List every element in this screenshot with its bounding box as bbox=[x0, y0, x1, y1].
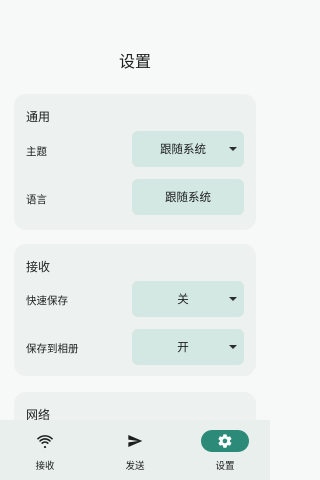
quick-save-select-value: 关 bbox=[177, 292, 189, 306]
nav-label-send: 发送 bbox=[125, 461, 145, 472]
nav-icon-container bbox=[111, 430, 159, 452]
send-icon bbox=[128, 435, 143, 447]
receive-section-title: 接收 bbox=[26, 260, 51, 274]
nav-item-send[interactable]: 发送 bbox=[90, 420, 180, 480]
quick-save-select[interactable]: 关 bbox=[132, 281, 244, 317]
save-to-album-label: 保存到相册 bbox=[26, 343, 79, 355]
save-to-album-select-value: 开 bbox=[177, 340, 189, 354]
chevron-down-icon bbox=[229, 297, 237, 301]
chevron-down-icon bbox=[229, 345, 237, 349]
chevron-down-icon bbox=[229, 147, 237, 151]
nav-icon-container-active bbox=[201, 430, 249, 452]
wifi-icon bbox=[37, 435, 53, 449]
language-label: 语言 bbox=[26, 194, 47, 206]
nav-item-receive[interactable]: 接收 bbox=[0, 420, 90, 480]
nav-icon-container bbox=[21, 430, 69, 452]
nav-item-settings[interactable]: 设置 bbox=[180, 420, 270, 480]
language-button[interactable]: 跟随系统 bbox=[132, 179, 244, 215]
general-section-title: 通用 bbox=[26, 110, 51, 124]
save-to-album-select[interactable]: 开 bbox=[132, 329, 244, 365]
general-card: 通用 主题 跟随系统 语言 跟随系统 bbox=[14, 94, 256, 230]
gear-icon bbox=[218, 434, 232, 448]
theme-select[interactable]: 跟随系统 bbox=[132, 131, 244, 167]
bottom-navigation-bar: 接收 发送 设置 bbox=[0, 420, 270, 480]
page-title: 设置 bbox=[118, 52, 151, 71]
language-button-value: 跟随系统 bbox=[165, 190, 211, 204]
receive-card: 接收 快速保存 关 保存到相册 开 bbox=[14, 244, 256, 376]
theme-label: 主题 bbox=[26, 146, 47, 158]
nav-label-receive: 接收 bbox=[35, 461, 55, 472]
theme-select-value: 跟随系统 bbox=[160, 142, 206, 156]
quick-save-label: 快速保存 bbox=[26, 295, 68, 307]
nav-label-settings: 设置 bbox=[215, 461, 235, 472]
